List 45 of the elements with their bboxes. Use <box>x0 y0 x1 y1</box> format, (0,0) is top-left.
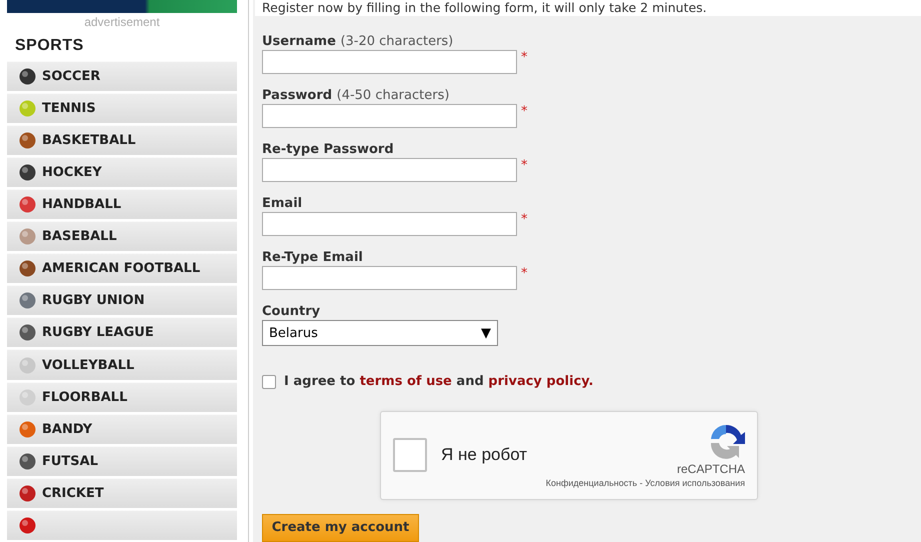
sport-menu-item[interactable]: HANDBALL <box>7 188 237 220</box>
field-label: Country <box>262 304 322 320</box>
agree-checkbox[interactable] <box>262 374 276 388</box>
sport-menu-item[interactable]: SOCCER <box>7 60 237 91</box>
sport-menu-item[interactable]: HOCKEY <box>7 156 237 187</box>
field-label: Password (4-50 characters) <box>262 88 450 104</box>
required-mark: * <box>521 50 528 66</box>
terms-link[interactable]: terms of use <box>360 374 452 389</box>
field-label: Re-type Password <box>262 142 395 158</box>
country-select[interactable]: Belarus ▼ <box>262 320 498 346</box>
required-mark: * <box>521 158 528 174</box>
sport-menu-item[interactable] <box>7 510 237 540</box>
sport-menu-item[interactable]: VOLLEYBALL <box>7 349 237 380</box>
agree-text: I agree to terms of use and privacy policy. <box>284 374 594 389</box>
required-mark: * <box>521 104 528 120</box>
privacy-link[interactable]: privacy policy. <box>488 374 594 389</box>
field-label: Username (3-20 characters) <box>262 34 454 50</box>
create-account-button[interactable]: Create my account <box>262 514 419 542</box>
sport-menu-item[interactable]: TENNIS <box>7 92 237 123</box>
required-mark: * <box>521 266 528 282</box>
advertisement-banner[interactable] <box>7 0 237 13</box>
text-input[interactable] <box>262 104 517 128</box>
sport-menu-item[interactable]: CRICKET <box>7 478 237 508</box>
sport-menu-item[interactable]: AMERICAN FOOTBALL <box>7 253 237 284</box>
sport-menu-item[interactable]: BASKETBALL <box>7 124 237 155</box>
text-input[interactable] <box>262 158 517 182</box>
captcha-checkbox[interactable] <box>393 438 427 472</box>
advertisement-caption: advertisement <box>83 14 161 31</box>
field-label: Email <box>262 196 304 212</box>
text-input[interactable] <box>262 50 517 74</box>
sidebar-title: SPORTS <box>14 36 85 56</box>
sport-menu-item[interactable]: FUTSAL <box>7 446 237 476</box>
required-mark: * <box>521 212 528 228</box>
captcha-links: Конфиденциальность - Условия использования <box>546 478 745 488</box>
sport-menu-item[interactable]: FLOORBALL <box>7 382 237 412</box>
sport-menu-item[interactable]: BANDY <box>7 414 237 444</box>
sport-menu-item[interactable]: RUGBY UNION <box>7 285 237 316</box>
text-input[interactable] <box>262 266 517 290</box>
captcha-label: Я не робот <box>441 445 528 466</box>
recaptcha-brand: reCAPTCHA <box>676 462 745 476</box>
field-label: Re-Type Email <box>262 250 364 266</box>
sport-menu-item[interactable]: BASEBALL <box>7 221 237 252</box>
sport-menu-item[interactable]: RUGBY LEAGUE <box>7 317 237 348</box>
intro-text: Register now by filling in the following form, it will only take 2 minutes. <box>255 0 921 16</box>
text-input[interactable] <box>262 212 517 236</box>
